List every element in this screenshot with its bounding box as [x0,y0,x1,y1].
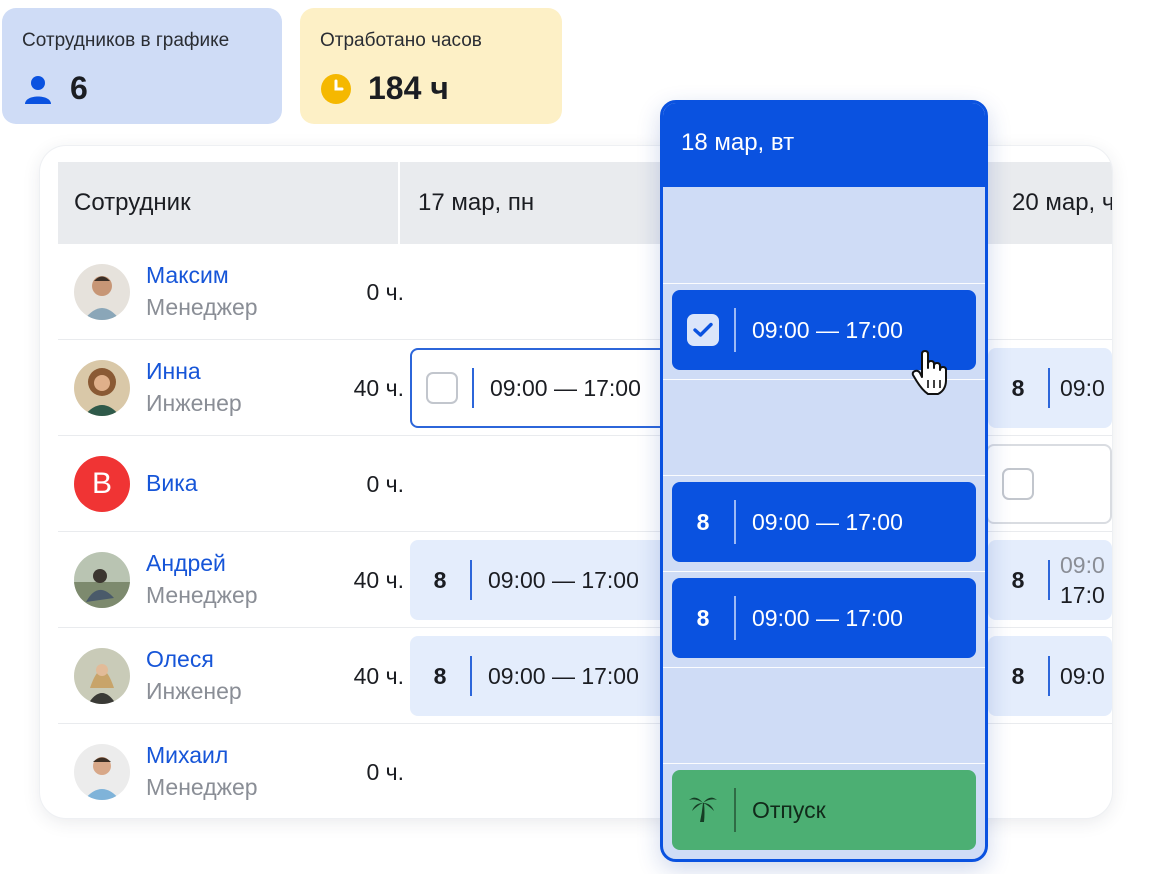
divider [470,560,472,600]
column-header-employee: Сотрудник [58,162,400,244]
shift-count: 8 [696,508,710,535]
shift-checkbox[interactable] [1002,468,1034,500]
avatar [74,552,130,608]
divider [734,596,736,640]
divider [663,283,985,284]
divider [734,500,736,544]
shift-time: 09:00 — 17:00 [752,508,903,535]
clock-icon [321,73,351,104]
employee-role: Инженер [146,678,242,704]
divider [734,308,736,352]
check-icon [693,322,713,337]
shift-time: 09:0 17:0 [1060,550,1105,610]
employee-hours: 0 ч. [366,471,404,497]
column-header-day[interactable]: 17 мар, пн [402,162,702,244]
shift-cell[interactable]: 8 09:00 — 17:00 [672,482,976,562]
shift-time: 09:0 [1060,662,1105,689]
stat-value: 184 ч [368,70,449,106]
shift-time: 09:0 [1060,374,1105,401]
shift-count: 8 [1011,662,1025,689]
employee-name[interactable]: Андрей [146,550,226,577]
shift-cell[interactable] [986,444,1112,524]
stat-value: 6 [70,70,88,106]
shift-cell[interactable]: 09:00 — 17:00 [410,348,680,428]
employee-hours: 40 ч. [353,663,404,689]
employee-name[interactable]: Михаил [146,742,228,769]
avatar [74,744,130,800]
shift-count: 8 [433,662,447,689]
vacation-label: Отпуск [752,796,826,823]
shift-cell[interactable]: 8 09:00 — 17:00 [410,540,680,620]
stat-label: Отработано часов [320,30,482,51]
avatar [74,360,130,416]
avatar-initial: B [91,467,112,500]
person-icon [25,75,51,104]
shift-time: 09:00 — 17:00 [752,604,903,631]
shift-cell[interactable]: 8 09:0 17:0 [988,540,1112,620]
shift-cell[interactable]: 8 09:00 — 17:00 [410,636,680,716]
shift-checkbox[interactable] [426,372,458,404]
stat-card-employees: Сотрудников в графике 6 [2,8,282,124]
shift-cell[interactable]: 8 09:0 [988,636,1112,716]
employee-role: Менеджер [146,774,258,800]
shift-time: 09:00 — 17:00 [488,566,639,593]
day-column-highlighted[interactable]: 18 мар, вт 09:00 — 17:00 8 09:00 — 17:00… [660,100,988,862]
employee-role: Менеджер [146,294,258,320]
divider [472,368,474,408]
hand-cursor-icon [911,350,947,395]
divider [663,667,985,668]
divider [1048,368,1050,408]
divider [1048,560,1050,600]
employee-hours: 40 ч. [353,567,404,593]
shift-count: 8 [1011,374,1025,401]
divider [663,475,985,476]
employee-name[interactable]: Максим [146,262,229,289]
shift-cell[interactable]: 8 09:0 [988,348,1112,428]
employee-role: Менеджер [146,582,258,608]
employee-hours: 0 ч. [366,759,404,785]
avatar [74,648,130,704]
column-header-day[interactable]: 18 мар, вт [663,103,985,187]
shift-time-previous: 09:0 [1060,552,1105,578]
shift-count: 8 [433,566,447,593]
shift-time: 09:00 — 17:00 [488,662,639,689]
palm-tree-icon [672,791,734,829]
stat-card-hours: Отработано часов 184 ч [300,8,562,124]
shift-count: 8 [1011,566,1025,593]
employee-hours: 40 ч. [353,375,404,401]
divider [663,571,985,572]
shift-count: 8 [696,604,710,631]
shift-time-current: 17:0 [1060,582,1105,608]
vacation-cell[interactable]: Отпуск [672,770,976,850]
divider [1048,656,1050,696]
stat-label: Сотрудников в графике [22,30,230,51]
avatar: B [74,456,130,512]
divider [734,788,736,832]
avatar [74,264,130,320]
employee-name[interactable]: Вика [146,470,198,497]
divider [663,763,985,764]
divider [470,656,472,696]
shift-time: 09:00 — 17:00 [490,374,641,401]
column-header-day[interactable]: 20 мар, чт [994,162,1112,244]
employee-hours: 0 ч. [366,279,404,305]
employee-name[interactable]: Олеся [146,646,214,673]
shift-time: 09:00 — 17:00 [752,316,903,343]
employee-role: Инженер [146,390,242,416]
employee-name[interactable]: Инна [146,358,201,385]
shift-cell[interactable]: 8 09:00 — 17:00 [672,578,976,658]
shift-checkbox-checked[interactable] [687,314,719,346]
